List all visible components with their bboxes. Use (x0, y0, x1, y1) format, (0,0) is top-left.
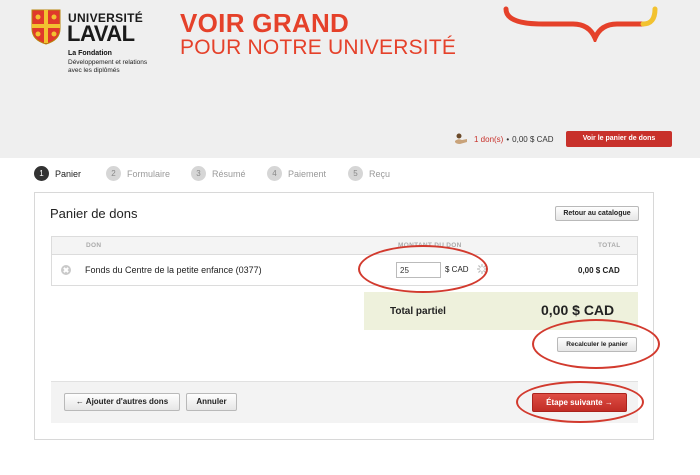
cart-separator: • (506, 134, 510, 144)
step-resume: 3 Résumé (191, 166, 246, 181)
university-name-line2: LAVAL (67, 21, 135, 46)
step-number: 4 (267, 166, 282, 181)
step-recu: 5 Reçu (348, 166, 390, 181)
step-label: Paiement (288, 168, 327, 179)
slogan-line1: VOIR GRAND (180, 8, 350, 38)
cancel-button[interactable]: Annuler (186, 393, 237, 411)
step-label: Formulaire (127, 168, 171, 179)
column-header-don: DON (86, 242, 102, 249)
next-step-button[interactable]: Étape suivante → (532, 393, 627, 412)
row-total: 0,00 $ CAD (578, 266, 620, 275)
column-header-montant: MONTANT DU DON (398, 242, 462, 249)
university-crest-icon (31, 9, 61, 45)
step-label: Panier (55, 168, 82, 179)
add-more-donations-button[interactable]: ← Ajouter d'autres dons (64, 393, 180, 411)
table-header (52, 237, 637, 255)
step-label: Reçu (369, 168, 391, 179)
step-number: 1 (34, 166, 49, 181)
brace-decoration-icon (503, 6, 658, 42)
foundation-subtitle: Développement et relations avec les dipl… (68, 59, 148, 74)
step-formulaire: 2 Formulaire (106, 166, 170, 181)
subtotal-value: 0,00 $ CAD (541, 302, 615, 318)
step-label: Résumé (212, 168, 246, 179)
donation-amount-input[interactable] (396, 262, 441, 278)
cart-amount: 0,00 $ CAD (512, 134, 554, 144)
cart-summary: 1 don(s) • 0,00 $ CAD (454, 131, 554, 147)
page-title: Panier de dons (50, 206, 138, 221)
loading-spinner-icon (477, 264, 487, 274)
step-number: 5 (348, 166, 363, 181)
amount-currency: $ CAD (445, 265, 469, 274)
cart-count: 1 don(s) (474, 134, 504, 144)
step-number: 2 (106, 166, 121, 181)
donation-hand-icon (455, 133, 467, 144)
back-to-catalog-button[interactable]: Retour au catalogue (555, 206, 639, 221)
slogan-line2: POUR NOTRE UNIVERSITÉ (180, 36, 457, 59)
remove-item-icon[interactable] (61, 265, 71, 275)
foundation-name: La Fondation (68, 50, 112, 57)
subtotal-label: Total partiel (390, 306, 446, 317)
recalculate-cart-button[interactable]: Recalculer le panier (557, 337, 637, 352)
step-panier: 1 Panier (34, 166, 81, 181)
step-paiement: 4 Paiement (267, 166, 326, 181)
donation-fund-name: Fonds du Centre de la petite enfance (03… (85, 265, 262, 275)
step-number: 3 (191, 166, 206, 181)
view-cart-button[interactable]: Voir le panier de dons (566, 131, 672, 147)
column-header-total: TOTAL (598, 242, 621, 249)
